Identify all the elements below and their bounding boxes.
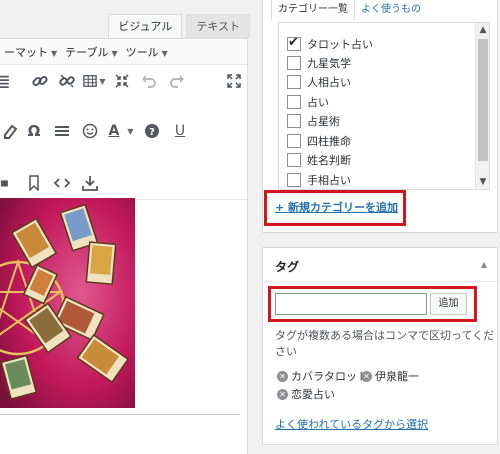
category-checklist: タロット占い 九星気学 人相占い 占い 占星術 四柱推命 姓名判断 手相占い [278, 22, 490, 190]
emoji-icon[interactable] [76, 120, 104, 142]
menu-table[interactable]: テーブル ▼ [61, 44, 122, 60]
highlight-box-tag-input [268, 286, 477, 322]
tab-all-categories[interactable]: カテゴリー一覧 [271, 0, 355, 20]
scroll-up-arrow-icon[interactable]: ▲ [476, 23, 489, 37]
category-label: 姓名判断 [307, 154, 351, 167]
category-checkbox[interactable] [287, 95, 301, 109]
category-label: 四柱推命 [307, 135, 351, 148]
chevron-down-icon: ▼ [111, 48, 118, 58]
chevron-down-icon: ▼ [161, 48, 168, 58]
tab-most-used[interactable]: よく使うもの [355, 0, 427, 20]
toolbar-row-1: ▼ [0, 67, 247, 95]
tag-chip-label: カバラタロット [291, 370, 368, 383]
category-checkbox[interactable] [287, 134, 301, 148]
chevron-down-icon: ▼ [99, 76, 106, 86]
category-tabs: カテゴリー一覧 よく使うもの [271, 0, 427, 20]
remove-tag-icon[interactable]: ✕ [361, 370, 372, 382]
toolbar-row-3 [0, 169, 247, 197]
category-item[interactable]: 手相占い [287, 171, 351, 189]
category-item[interactable]: 九星気学 [287, 54, 351, 72]
category-label: 占星術 [307, 115, 340, 128]
editor-menubar: ーマット ▼ テーブル ▼ ツール ▼ [0, 39, 247, 65]
category-label: 人相占い [307, 76, 351, 89]
category-item[interactable]: タロット占い [287, 35, 373, 53]
category-label: タロット占い [307, 38, 373, 51]
undo-icon[interactable] [136, 70, 163, 92]
remove-tag-icon[interactable]: ✕ [277, 370, 288, 382]
tab-text[interactable]: テキスト [186, 14, 250, 38]
tag-chip-label: 伊泉龍一 [375, 370, 419, 383]
redo-icon[interactable] [163, 70, 190, 92]
scroll-down-arrow-icon[interactable]: ▼ [476, 175, 489, 189]
list-icon[interactable] [0, 70, 14, 92]
popular-tags-link[interactable]: よく使われているタグから選択 [275, 416, 428, 432]
tag-chip: ✕ 伊泉龍一 [361, 368, 419, 384]
toolbar-row-2: Ω A ▼ ? U [0, 117, 247, 145]
chevron-down-icon: ▼ [127, 126, 134, 136]
link-icon[interactable] [26, 70, 53, 92]
highlight-box-add-category [264, 190, 406, 226]
category-scrollbar[interactable]: ▲ ▼ [475, 23, 489, 189]
tag-chip: ✕ 恋愛占い [277, 386, 335, 402]
category-item[interactable]: 四柱推命 [287, 132, 351, 150]
category-checkbox[interactable] [287, 153, 301, 167]
text-color-icon[interactable]: A ▼ [104, 120, 138, 142]
category-checkbox[interactable] [287, 173, 301, 187]
print-icon[interactable] [0, 172, 14, 194]
bookmark-icon[interactable] [20, 172, 48, 194]
svg-text:?: ? [149, 127, 155, 138]
menu-format[interactable]: ーマット ▼ [0, 44, 61, 60]
category-checkbox[interactable] [287, 75, 301, 89]
tag-panel-header[interactable]: タグ ▲ [263, 248, 497, 282]
category-checkbox[interactable] [287, 114, 301, 128]
tag-panel-title: タグ [275, 260, 300, 274]
category-item[interactable]: 人相占い [287, 73, 351, 91]
editor-mode-tabs: ビジュアル テキスト [104, 14, 250, 38]
menu-tools[interactable]: ツール ▼ [122, 44, 172, 60]
category-label: 九星気学 [307, 57, 351, 70]
editor-bottom-border [0, 414, 240, 415]
scroll-thumb[interactable] [478, 39, 488, 161]
editor-box: ーマット ▼ テーブル ▼ ツール ▼ ▼ Ω A ▼ ? U [0, 38, 248, 454]
remove-tag-icon[interactable]: ✕ [277, 388, 288, 400]
category-label: 手相占い [307, 174, 351, 187]
fullscreen-exit-icon[interactable] [109, 70, 136, 92]
omega-icon[interactable]: Ω [20, 120, 48, 142]
help-icon[interactable]: ? [138, 120, 166, 142]
category-item[interactable]: 占星術 [287, 112, 340, 130]
tag-chip-label: 恋愛占い [291, 388, 335, 401]
tab-visual[interactable]: ビジュアル [108, 14, 183, 38]
code-icon[interactable] [48, 172, 76, 194]
chevron-down-icon: ▼ [51, 48, 58, 58]
collapse-arrow-icon[interactable]: ▲ [481, 260, 487, 269]
tarot-cards-image[interactable] [0, 198, 135, 408]
category-checkbox[interactable] [287, 56, 301, 70]
post-editor: ビジュアル テキスト ーマット ▼ テーブル ▼ ツール ▼ ▼ Ω A ▼ ?… [0, 0, 250, 454]
horizontal-rule-icon[interactable] [48, 120, 76, 142]
table-icon[interactable]: ▼ [80, 70, 109, 92]
tag-panel: タグ ▲ 追加 タグが複数ある場合はコンマで区切ってください ✕ カバラタロット… [262, 247, 498, 445]
category-item[interactable]: 姓名判断 [287, 151, 351, 169]
fullscreen-icon[interactable] [220, 70, 247, 92]
tag-hint-text: タグが複数ある場合はコンマで区切ってください [275, 329, 495, 358]
category-label: 占い [307, 96, 329, 109]
underline-icon[interactable]: U [166, 120, 194, 142]
tag-chip: ✕ カバラタロット [277, 368, 368, 384]
unlink-icon[interactable] [53, 70, 80, 92]
eraser-icon[interactable] [0, 120, 20, 142]
category-checkbox[interactable] [287, 35, 301, 51]
category-item[interactable]: 占い [287, 93, 329, 111]
download-icon[interactable] [76, 172, 104, 194]
